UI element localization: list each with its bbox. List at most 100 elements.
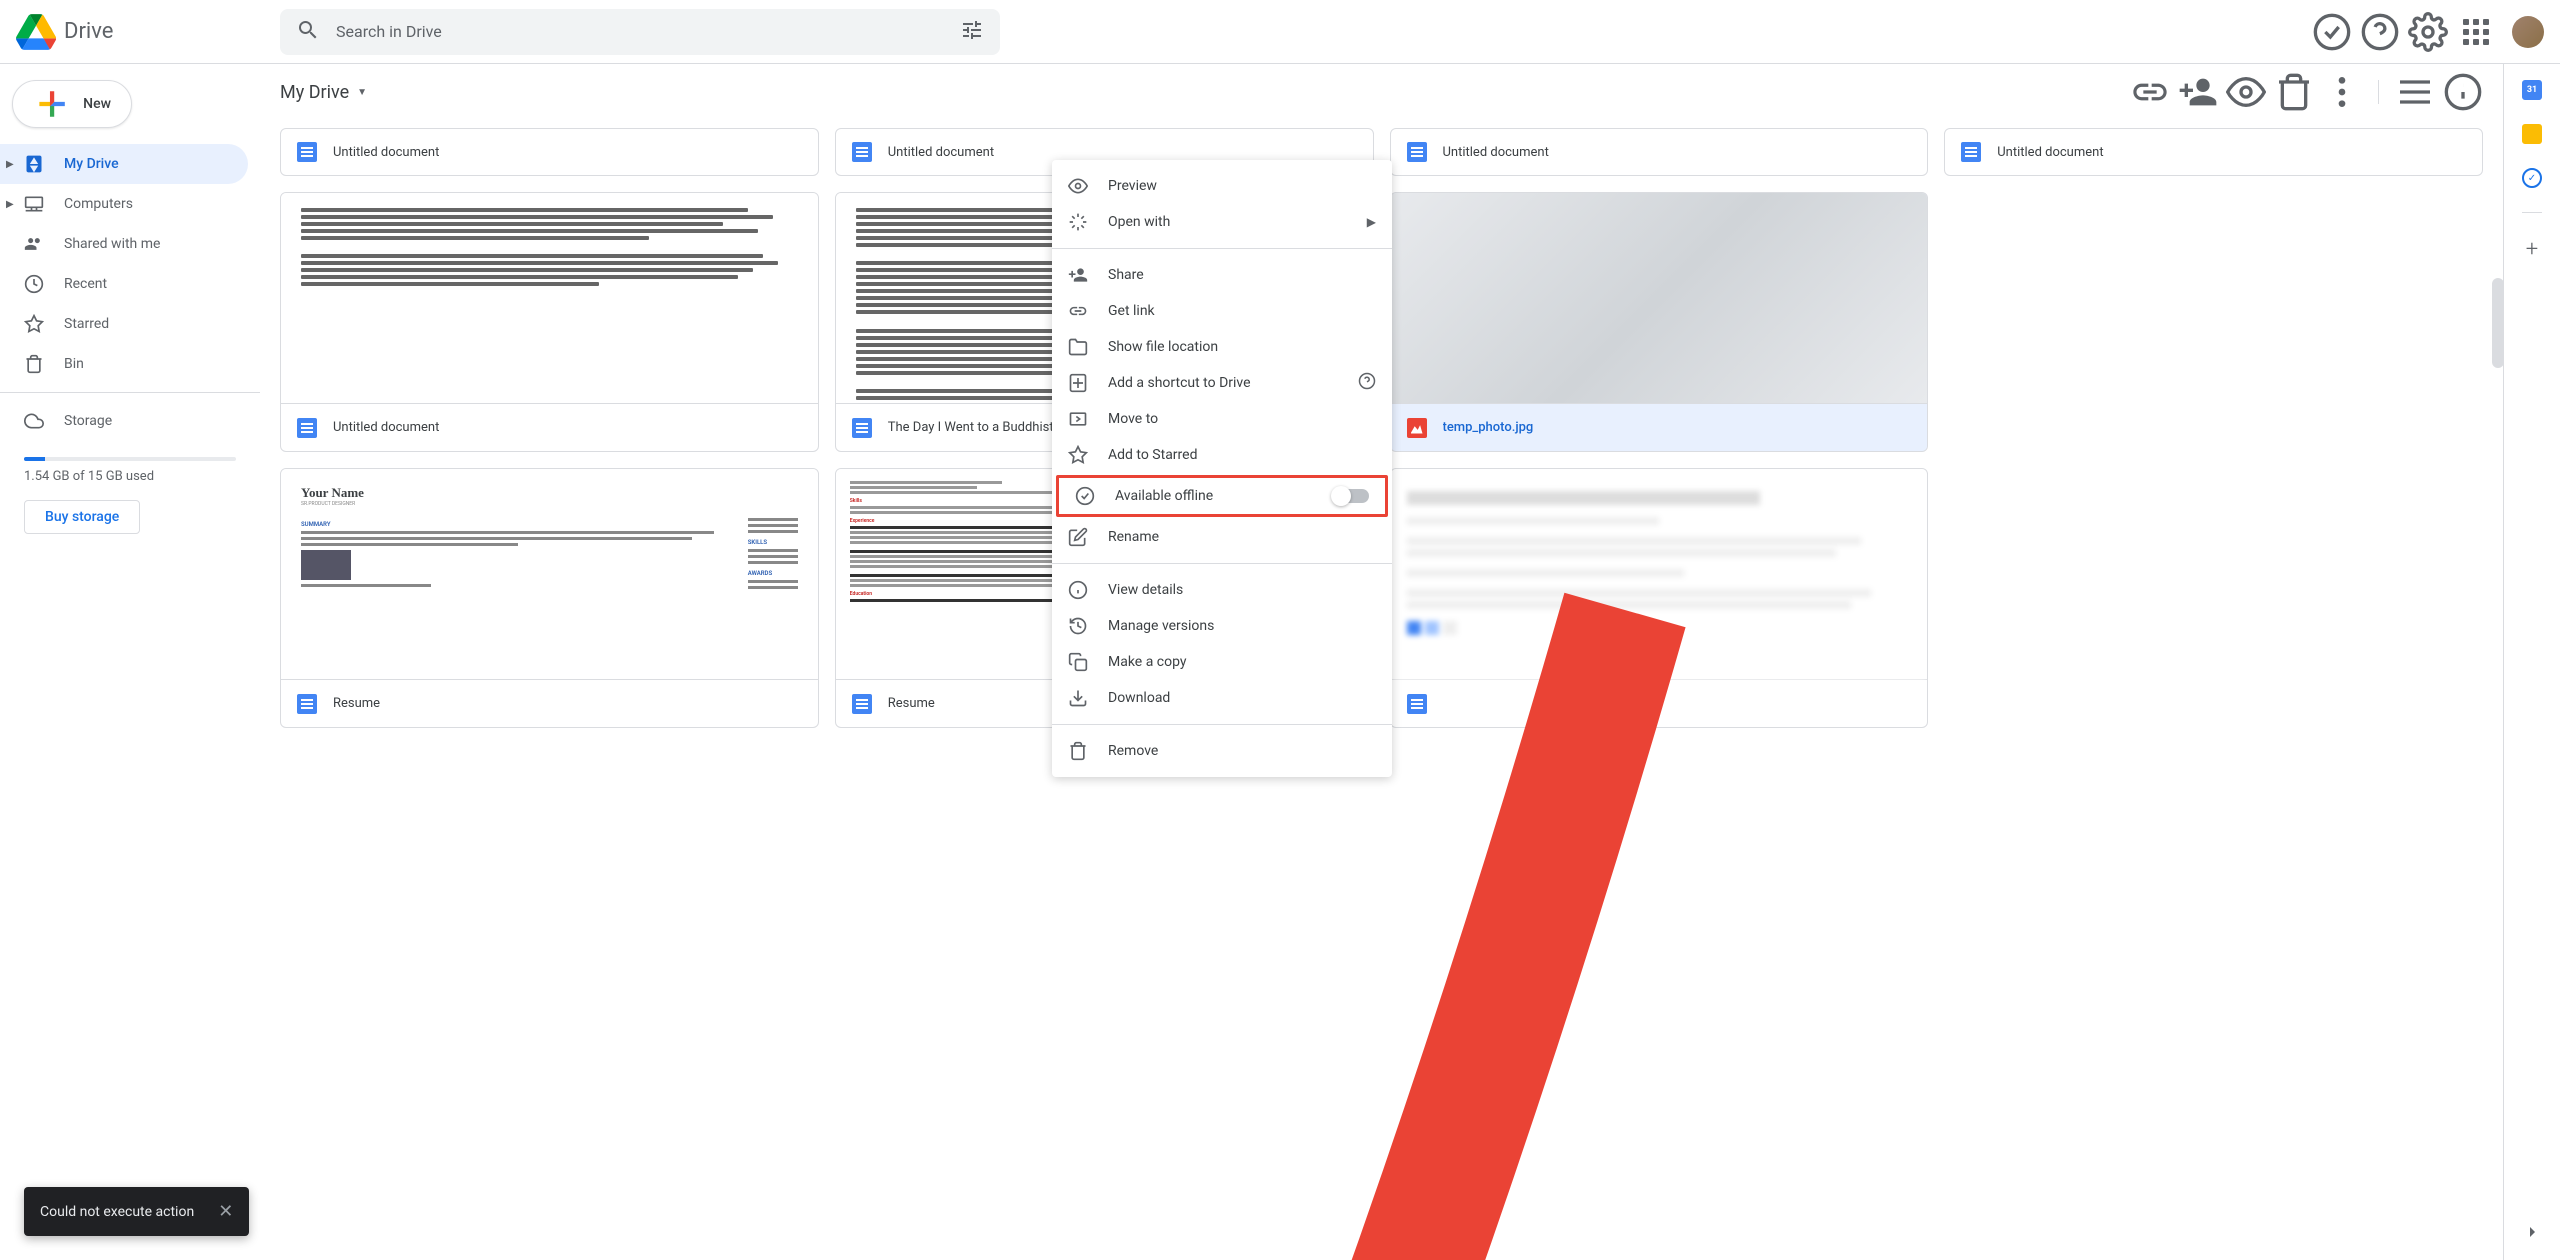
sidebar-item-bin[interactable]: Bin xyxy=(0,344,248,384)
sidebar-item-starred[interactable]: Starred xyxy=(0,304,248,344)
menu-show-location[interactable]: Show file location xyxy=(1052,329,1392,365)
help-icon[interactable] xyxy=(2360,12,2400,52)
calendar-icon[interactable]: 31 xyxy=(2522,80,2542,100)
sidebar: New ▶ My Drive ▶ Computers Shared with m… xyxy=(0,64,260,1260)
logo-area[interactable]: Drive xyxy=(16,12,264,52)
file-name: temp_photo.jpg xyxy=(1443,420,1534,435)
get-link-button[interactable] xyxy=(2130,72,2170,112)
star-icon xyxy=(1068,445,1088,465)
file-card[interactable]: Untitled document xyxy=(1944,128,2483,176)
menu-view-details[interactable]: View details xyxy=(1052,572,1392,608)
file-preview: Your Name SR.PRODUCT DESIGNER SUMMARY xyxy=(281,469,818,679)
file-name: Untitled document xyxy=(333,420,439,435)
menu-get-link[interactable]: Get link xyxy=(1052,293,1392,329)
menu-move-to[interactable]: Move to xyxy=(1052,401,1392,437)
link-icon xyxy=(1068,301,1088,321)
menu-download[interactable]: Download xyxy=(1052,680,1392,716)
offline-toggle[interactable] xyxy=(1333,489,1369,503)
toast: Could not execute action ✕ xyxy=(24,1187,249,1236)
docs-icon xyxy=(297,418,317,438)
history-icon xyxy=(1068,616,1088,636)
copy-icon xyxy=(1068,652,1088,672)
menu-preview[interactable]: Preview xyxy=(1052,168,1392,204)
file-name: The Day I Went to a Buddhist... xyxy=(888,420,1064,435)
search-bar[interactable] xyxy=(280,9,1000,55)
menu-rename[interactable]: Rename xyxy=(1052,519,1392,555)
docs-icon xyxy=(852,142,872,162)
separator xyxy=(2378,80,2379,104)
highlight-annotation: Available offline xyxy=(1056,475,1388,517)
separator xyxy=(1052,248,1392,249)
header: Drive xyxy=(0,0,2560,64)
menu-share[interactable]: Share xyxy=(1052,257,1392,293)
file-card[interactable]: Untitled document xyxy=(280,192,819,452)
details-button[interactable] xyxy=(2443,72,2483,112)
storage-section: 1.54 GB of 15 GB used Buy storage xyxy=(0,441,260,542)
toolbar xyxy=(2130,72,2483,112)
menu-available-offline[interactable]: Available offline xyxy=(1059,478,1385,514)
file-card[interactable]: Your Name SR.PRODUCT DESIGNER SUMMARY xyxy=(280,468,819,728)
list-view-button[interactable] xyxy=(2395,72,2435,112)
content-header: My Drive ▼ xyxy=(260,64,2503,120)
menu-add-shortcut[interactable]: Add a shortcut to Drive xyxy=(1052,365,1392,401)
image-icon xyxy=(1407,418,1427,438)
apps-icon[interactable] xyxy=(2456,12,2496,52)
search-options-icon[interactable] xyxy=(960,18,984,46)
preview-button[interactable] xyxy=(2226,72,2266,112)
new-button[interactable]: New xyxy=(12,80,132,128)
menu-add-starred[interactable]: Add to Starred xyxy=(1052,437,1392,473)
sidebar-item-shared[interactable]: Shared with me xyxy=(0,224,248,264)
sidebar-item-computers[interactable]: ▶ Computers xyxy=(0,184,248,224)
share-button[interactable] xyxy=(2178,72,2218,112)
star-icon xyxy=(24,314,44,334)
chevron-right-icon: ▶ xyxy=(1367,215,1376,229)
sidebar-label: Shared with me xyxy=(64,236,160,252)
shared-icon xyxy=(24,234,44,254)
file-name: Untitled document xyxy=(1443,145,1549,160)
menu-manage-versions[interactable]: Manage versions xyxy=(1052,608,1392,644)
shortcut-icon xyxy=(1068,373,1088,393)
file-card[interactable]: Untitled document xyxy=(1390,128,1929,176)
collapse-panel-icon[interactable] xyxy=(2520,1220,2544,1244)
drive-logo-icon xyxy=(16,12,56,52)
sidebar-item-recent[interactable]: Recent xyxy=(0,264,248,304)
file-name: Untitled document xyxy=(333,145,439,160)
keep-icon[interactable] xyxy=(2522,124,2542,144)
docs-icon xyxy=(297,142,317,162)
scrollbar-thumb[interactable] xyxy=(2492,278,2504,368)
tasks-icon[interactable] xyxy=(2522,168,2542,188)
file-name: Resume xyxy=(888,696,935,711)
sidebar-label: Bin xyxy=(64,356,84,372)
recent-icon xyxy=(24,274,44,294)
file-card[interactable] xyxy=(1390,468,1929,728)
docs-icon xyxy=(852,694,872,714)
search-input[interactable] xyxy=(336,22,960,41)
file-card[interactable]: Untitled document xyxy=(280,128,819,176)
offline-ready-icon[interactable] xyxy=(2312,12,2352,52)
file-card-selected[interactable]: temp_photo.jpg xyxy=(1390,192,1929,452)
context-menu: Preview Open with▶ Share Get link Show f… xyxy=(1052,160,1392,777)
file-preview xyxy=(1391,193,1928,403)
more-actions-button[interactable] xyxy=(2322,72,2362,112)
breadcrumb[interactable]: My Drive ▼ xyxy=(280,82,367,103)
info-icon xyxy=(1068,580,1088,600)
settings-icon[interactable] xyxy=(2408,12,2448,52)
menu-open-with[interactable]: Open with▶ xyxy=(1052,204,1392,240)
scrollbar-track[interactable] xyxy=(2492,118,2504,718)
delete-button[interactable] xyxy=(2274,72,2314,112)
sidebar-label: Starred xyxy=(64,316,109,332)
menu-remove[interactable]: Remove xyxy=(1052,733,1392,769)
menu-make-copy[interactable]: Make a copy xyxy=(1052,644,1392,680)
sidebar-item-my-drive[interactable]: ▶ My Drive xyxy=(0,144,248,184)
sidebar-item-storage[interactable]: Storage xyxy=(0,401,248,441)
bin-icon xyxy=(24,354,44,374)
buy-storage-button[interactable]: Buy storage xyxy=(24,500,140,534)
file-preview xyxy=(1391,469,1928,679)
download-icon xyxy=(1068,688,1088,708)
toast-close-button[interactable]: ✕ xyxy=(218,1201,233,1222)
folder-icon xyxy=(1068,337,1088,357)
add-addon-button[interactable]: + xyxy=(2526,237,2538,262)
user-avatar[interactable] xyxy=(2512,16,2544,48)
toast-message: Could not execute action xyxy=(40,1204,194,1220)
help-icon[interactable] xyxy=(1358,372,1376,394)
